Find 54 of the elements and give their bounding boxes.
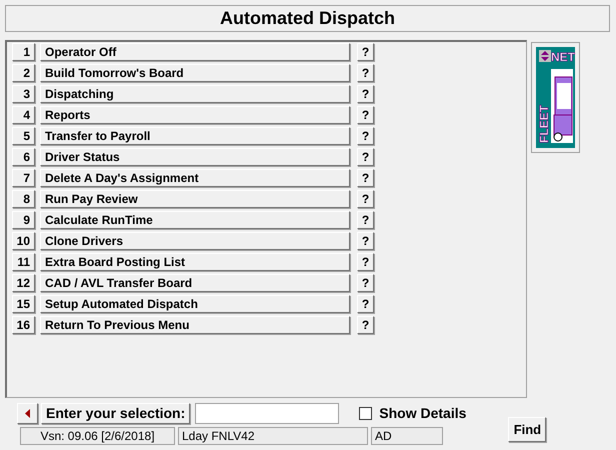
- number-button[interactable]: 5: [12, 127, 35, 145]
- status-field: Vsn: 09.06 [2/6/2018]: [20, 427, 175, 445]
- menu-button[interactable]: Extra Board Posting List: [40, 253, 350, 271]
- number-button[interactable]: 16: [12, 316, 35, 334]
- number-button[interactable]: 2: [12, 64, 35, 82]
- menu-button[interactable]: CAD / AVL Transfer Board: [40, 274, 350, 292]
- selection-field[interactable]: [195, 402, 340, 424]
- left-arrow-icon: [25, 408, 30, 418]
- help-button[interactable]: ?: [357, 316, 374, 334]
- menu-button[interactable]: Transfer to Payroll: [40, 127, 350, 145]
- number-button[interactable]: 11: [12, 253, 35, 271]
- help-button[interactable]: ?: [357, 211, 374, 229]
- menu-button[interactable]: Reports: [40, 106, 350, 124]
- help-button[interactable]: ?: [357, 85, 374, 103]
- menu-button[interactable]: Return To Previous Menu: [40, 316, 350, 334]
- menu-button[interactable]: Build Tomorrow's Board: [40, 64, 350, 82]
- number-button[interactable]: 4: [12, 106, 35, 124]
- window-title: Automated Dispatch: [5, 5, 610, 32]
- menu-button[interactable]: Operator Off: [40, 43, 350, 61]
- number-button[interactable]: 15: [12, 295, 35, 313]
- number-button[interactable]: 9: [12, 211, 35, 229]
- selection-label-button[interactable]: Enter your selection:: [41, 402, 190, 424]
- help-button[interactable]: ?: [357, 43, 374, 61]
- help-button[interactable]: ?: [357, 232, 374, 250]
- back-button[interactable]: [17, 402, 38, 424]
- help-button[interactable]: ?: [357, 295, 374, 313]
- menu-button[interactable]: Clone Drivers: [40, 232, 350, 250]
- help-button[interactable]: ?: [357, 127, 374, 145]
- help-button[interactable]: ?: [357, 274, 374, 292]
- number-button[interactable]: 3: [12, 85, 35, 103]
- status-field: AD: [371, 427, 443, 445]
- help-button[interactable]: ?: [357, 169, 374, 187]
- menu-button[interactable]: Delete A Day's Assignment: [40, 169, 350, 187]
- find-button[interactable]: Find: [508, 417, 546, 442]
- help-button[interactable]: ?: [357, 148, 374, 166]
- menu-button[interactable]: Driver Status: [40, 148, 350, 166]
- help-button[interactable]: ?: [357, 253, 374, 271]
- help-button[interactable]: ?: [357, 190, 374, 208]
- help-button[interactable]: ?: [357, 64, 374, 82]
- number-button[interactable]: 12: [12, 274, 35, 292]
- number-button[interactable]: 8: [12, 190, 35, 208]
- show-details-label: Show Details: [379, 405, 466, 421]
- menu-button[interactable]: Setup Automated Dispatch: [40, 295, 350, 313]
- menu-button[interactable]: Run Pay Review: [40, 190, 350, 208]
- menu-button[interactable]: Calculate RunTime: [40, 211, 350, 229]
- number-button[interactable]: 7: [12, 169, 35, 187]
- number-button[interactable]: 10: [12, 232, 35, 250]
- menu-button[interactable]: Dispatching: [40, 85, 350, 103]
- logo-drawing: NET FLEET: [536, 47, 575, 148]
- help-button[interactable]: ?: [357, 106, 374, 124]
- show-details-checkbox[interactable]: [359, 406, 372, 420]
- number-button[interactable]: 1: [12, 43, 35, 61]
- number-button[interactable]: 6: [12, 148, 35, 166]
- status-field: Lday FNLV42: [178, 427, 368, 445]
